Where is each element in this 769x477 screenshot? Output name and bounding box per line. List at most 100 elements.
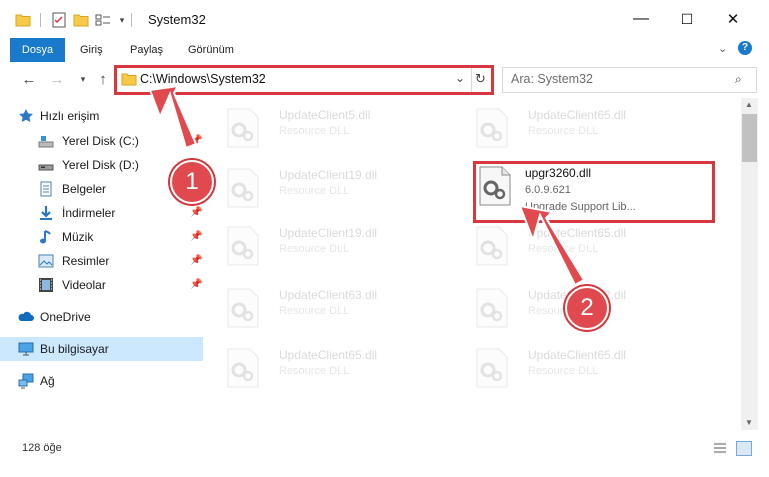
item-count: 128 öğe xyxy=(22,442,62,454)
scroll-down-icon[interactable]: ▼ xyxy=(745,418,753,427)
documents-icon xyxy=(38,181,54,197)
sidebar-item-network[interactable]: Ağ xyxy=(0,369,203,393)
sidebar-item-label: Yerel Disk (D:) xyxy=(62,158,139,172)
tab-home[interactable]: Giriş xyxy=(80,38,103,62)
tab-share[interactable]: Paylaş xyxy=(130,38,163,62)
minimize-button[interactable]: — xyxy=(618,0,664,38)
file-item[interactable]: UpdateClient19.dll Resource DLL xyxy=(206,160,446,216)
drive-icon xyxy=(38,133,54,149)
sidebar-item-quick-access[interactable]: Hızlı erişim xyxy=(0,104,203,128)
customize-chevron-icon[interactable]: ▾ xyxy=(113,11,131,29)
sidebar-item-this-pc[interactable]: Bu bilgisayar xyxy=(0,337,203,361)
file-description: Resource DLL xyxy=(528,243,599,255)
file-name: UpdateClient5.dll xyxy=(279,108,371,122)
forward-arrow-icon[interactable]: → xyxy=(48,70,66,88)
recent-chevron-icon[interactable]: ▾ xyxy=(74,70,92,88)
sidebar-item-local-disk-c[interactable]: Yerel Disk (C:) 📌 xyxy=(0,129,203,153)
pin-icon[interactable]: 📌 xyxy=(190,279,202,290)
file-item[interactable]: UpdateClient63.dll Resource DLL xyxy=(206,280,446,336)
file-item[interactable]: UpdateClient5.dll Resource DLL xyxy=(206,100,446,156)
file-name: UpdateClient65.dll xyxy=(279,348,378,362)
folder-icon xyxy=(14,11,32,29)
sidebar-item-label: Yerel Disk (C:) xyxy=(62,134,139,148)
file-name: UpdateClient65.dll xyxy=(528,348,627,362)
sidebar-item-label: Müzik xyxy=(62,230,94,244)
dll-file-icon xyxy=(475,226,509,266)
file-highlight-box xyxy=(473,161,715,223)
sidebar-item-label: Bu bilgisayar xyxy=(40,342,109,356)
ribbon: Dosya Giriş Paylaş Görünüm ⌄ ? xyxy=(0,38,769,94)
cloud-icon xyxy=(18,309,34,325)
pin-icon[interactable]: 📌 xyxy=(190,231,202,242)
scroll-up-icon[interactable]: ▲ xyxy=(745,100,753,109)
title-bar: ▾ System32 — ☐ ✕ xyxy=(0,0,769,38)
scrollbar-thumb[interactable] xyxy=(742,114,757,162)
sidebar-item-onedrive[interactable]: OneDrive xyxy=(0,305,203,329)
dll-file-icon xyxy=(226,108,260,148)
dll-file-icon xyxy=(226,226,260,266)
step-badge-2: 2 xyxy=(565,286,609,330)
dll-file-icon xyxy=(475,348,509,388)
videos-icon xyxy=(38,277,54,293)
sidebar-item-music[interactable]: Müzik 📌 xyxy=(0,225,203,249)
file-item[interactable]: UpdateClient65.dll Resource DLL xyxy=(455,218,695,274)
expand-ribbon-icon[interactable]: ⌄ xyxy=(718,42,727,55)
file-item[interactable]: UpdateClient19.dll Resource DLL xyxy=(206,218,446,274)
network-icon xyxy=(18,373,34,389)
search-box[interactable]: Ara: System32 ⌕ xyxy=(502,67,757,93)
maximize-button[interactable]: ☐ xyxy=(664,0,710,38)
tab-view[interactable]: Görünüm xyxy=(188,38,234,62)
file-item[interactable]: UpdateClient65.dll Resource DLL xyxy=(455,340,695,396)
dll-file-icon xyxy=(475,288,509,328)
address-highlight-box xyxy=(114,65,494,95)
file-name: UpdateClient65.dll xyxy=(528,108,627,122)
help-icon[interactable]: ? xyxy=(738,41,752,55)
file-name: UpdateClient19.dll xyxy=(279,226,378,240)
details-view-icon[interactable] xyxy=(713,442,727,457)
navigation-pane: Hızlı erişim Yerel Disk (C:) 📌 Yerel Dis… xyxy=(0,98,205,430)
navigation-bar: ← → ▾ ↑ C:\Windows\System32 ⌄ ↻ Ara: Sys… xyxy=(0,62,769,96)
large-icons-view-icon[interactable] xyxy=(736,441,752,456)
sidebar-item-label: Ağ xyxy=(40,374,55,388)
sidebar-item-label: OneDrive xyxy=(40,310,91,324)
file-name: UpdateClient19.dll xyxy=(279,168,378,182)
pin-icon[interactable]: 📌 xyxy=(190,255,202,266)
sidebar-item-downloads[interactable]: İndirmeler 📌 xyxy=(0,201,203,225)
file-description: Resource DLL xyxy=(279,185,350,197)
pin-icon[interactable]: 📌 xyxy=(190,135,202,146)
file-description: Resource DLL xyxy=(279,125,350,137)
dll-file-icon xyxy=(226,288,260,328)
sidebar-item-label: Resimler xyxy=(62,254,110,268)
new-folder-icon[interactable] xyxy=(72,11,90,29)
file-name: UpdateClient65.dll xyxy=(528,226,627,240)
file-list: UpdateClient5.dll Resource DLL UpdateCli… xyxy=(206,98,741,430)
file-description: Resource DLL xyxy=(528,365,599,377)
view-icon[interactable] xyxy=(94,11,112,29)
download-icon xyxy=(38,205,54,221)
properties-icon[interactable] xyxy=(50,11,68,29)
computer-icon xyxy=(18,341,34,357)
file-item[interactable]: UpdateClient65.dll Resource DLL xyxy=(455,100,695,156)
dll-file-icon xyxy=(226,348,260,388)
close-button[interactable]: ✕ xyxy=(710,0,756,38)
star-icon xyxy=(18,108,34,124)
music-icon xyxy=(38,229,54,245)
explorer-window: ▾ System32 — ☐ ✕ Dosya Giriş Paylaş Görü… xyxy=(0,0,769,477)
sidebar-item-label: Videolar xyxy=(62,278,106,292)
file-description: Resource DLL xyxy=(279,243,350,255)
file-description: Resource DLL xyxy=(279,365,350,377)
file-item[interactable]: UpdateClient65.dll Resource DLL xyxy=(206,340,446,396)
dll-file-icon xyxy=(226,168,260,208)
back-arrow-icon[interactable]: ← xyxy=(20,70,38,88)
sidebar-item-label: Belgeler xyxy=(62,182,107,196)
sidebar-item-pictures[interactable]: Resimler 📌 xyxy=(0,249,203,273)
search-input[interactable]: Ara: System32 xyxy=(511,72,593,86)
file-name: UpdateClient63.dll xyxy=(279,288,378,302)
up-arrow-icon[interactable]: ↑ xyxy=(94,70,112,88)
pin-icon[interactable]: 📌 xyxy=(190,207,202,218)
status-bar: 128 öğe xyxy=(0,438,769,460)
step-badge-1: 1 xyxy=(170,160,214,204)
search-icon[interactable]: ⌕ xyxy=(735,72,742,87)
sidebar-item-videos[interactable]: Videolar 📌 xyxy=(0,273,203,297)
file-description: Resource DLL xyxy=(279,305,350,317)
